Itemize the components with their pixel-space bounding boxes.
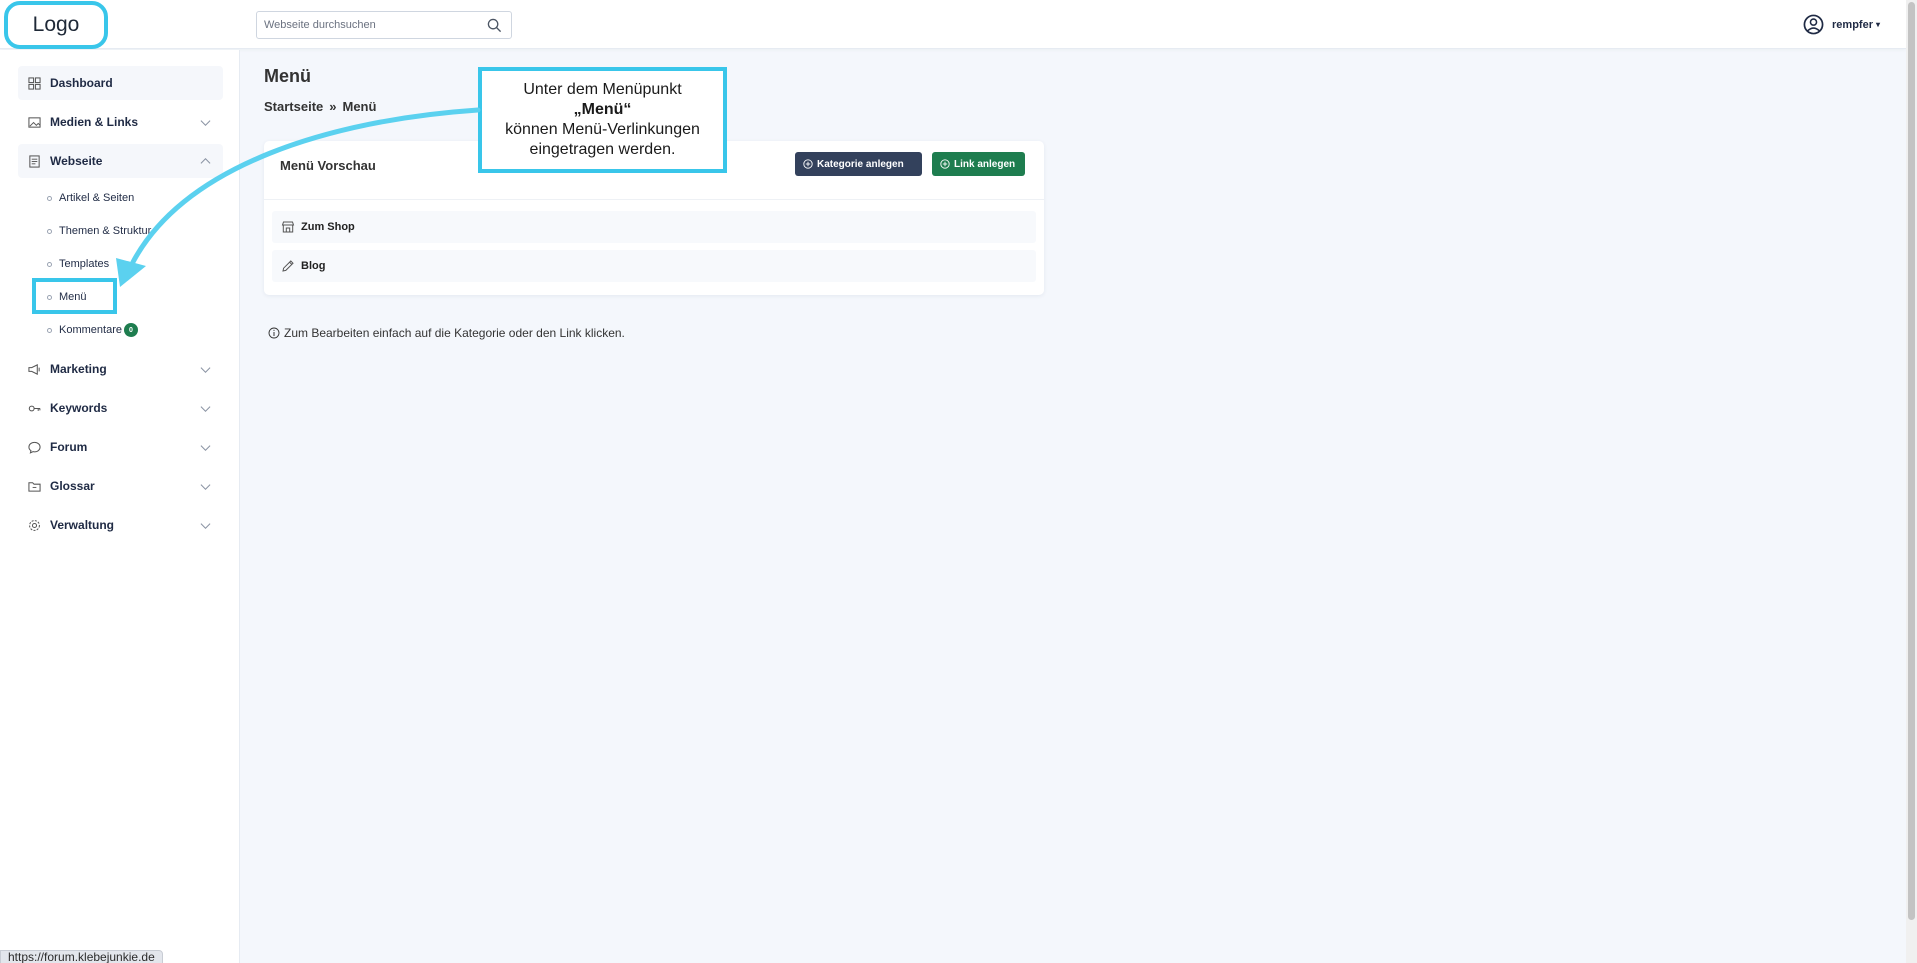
menu-row-label: Blog [301, 260, 326, 272]
bullet-icon [47, 195, 52, 201]
top-bar: Logo rempfer ▾ [0, 0, 1906, 49]
status-bar-url: https://forum.klebejunkie.de [0, 950, 163, 963]
sidebar-item-glossar[interactable]: Glossar [18, 469, 223, 503]
folder-icon [28, 480, 41, 493]
sidebar-subitem-label: Kommentare [59, 324, 122, 336]
search-input[interactable] [257, 12, 477, 38]
grid-icon [28, 76, 41, 90]
pencil-icon [281, 259, 295, 273]
add-link-label: Link anlegen [954, 158, 1016, 170]
sidebar: Dashboard Medien & Links Webseite Artike… [0, 50, 240, 963]
scrollbar-thumb[interactable] [1908, 2, 1915, 920]
bullet-icon [47, 228, 52, 234]
sidebar-item-label: Verwaltung [50, 518, 115, 532]
plus-circle-icon [940, 159, 950, 169]
sidebar-item-keywords[interactable]: Keywords [18, 391, 223, 425]
chevron-down-icon [200, 406, 211, 412]
sidebar-item-verwaltung[interactable]: Verwaltung [18, 508, 223, 542]
menu-row-blog[interactable]: Blog [272, 250, 1036, 282]
chevron-down-icon [200, 120, 211, 126]
user-menu[interactable]: rempfer ▾ [1803, 14, 1880, 35]
sidebar-item-label: Glossar [50, 479, 95, 493]
sidebar-item-label: Webseite [50, 154, 103, 168]
callout-line: eingetragen werden. [529, 141, 676, 158]
user-circle-icon [1803, 14, 1824, 35]
logo[interactable]: Logo [4, 1, 108, 49]
sidebar-subitem-artikel[interactable]: Artikel & Seiten [47, 188, 134, 208]
page-title: Menü [264, 66, 311, 86]
card-divider [264, 199, 1044, 200]
chat-icon [28, 441, 41, 454]
sidebar-item-label: Forum [50, 440, 88, 454]
search-icon[interactable] [487, 18, 502, 33]
chevron-down-icon [200, 367, 211, 373]
callout-line: können Menü-Verlinkungen [505, 121, 700, 138]
chevron-down-icon: ▾ [1875, 20, 1880, 29]
shop-icon [281, 220, 295, 234]
menu-row-label: Zum Shop [301, 221, 355, 233]
sidebar-item-dashboard[interactable]: Dashboard [18, 66, 223, 100]
sidebar-item-webseite[interactable]: Webseite [18, 144, 223, 178]
add-category-label: Kategorie anlegen [817, 158, 904, 170]
key-icon [28, 402, 41, 415]
sidebar-item-forum[interactable]: Forum [18, 430, 223, 464]
gear-icon [28, 519, 41, 532]
image-icon [28, 116, 41, 129]
bullet-icon [47, 261, 52, 267]
breadcrumb: Startseite » Menü [264, 99, 376, 114]
chevron-down-icon [200, 445, 211, 451]
megaphone-icon [28, 363, 41, 376]
comment-count-badge: 0 [123, 323, 138, 337]
callout-emphasis: „Menü“ [573, 101, 632, 118]
sidebar-item-label: Dashboard [50, 76, 113, 90]
callout-box: Unter dem Menüpunkt „Menü“ können Menü-V… [478, 67, 727, 173]
search-box[interactable] [256, 11, 512, 39]
sidebar-subitem-label: Artikel & Seiten [59, 192, 135, 204]
breadcrumb-current: Menü [342, 99, 377, 114]
sidebar-subitem-label: Templates [59, 258, 110, 270]
plus-circle-icon [803, 159, 813, 169]
info-icon [268, 327, 280, 339]
sidebar-subitem-themen[interactable]: Themen & Struktur [47, 221, 151, 241]
edit-hint-text: Zum Bearbeiten einfach auf die Kategorie… [284, 326, 625, 340]
edit-hint: Zum Bearbeiten einfach auf die Kategorie… [268, 326, 625, 340]
chevron-up-icon [200, 158, 211, 164]
card-title: Menü Vorschau [280, 158, 376, 173]
document-icon [28, 154, 41, 168]
sidebar-item-label: Marketing [50, 362, 107, 376]
breadcrumb-home[interactable]: Startseite [264, 99, 323, 114]
menu-highlight-box [32, 278, 117, 314]
sidebar-item-label: Medien & Links [50, 115, 139, 129]
page-scrollbar[interactable] [1906, 0, 1917, 963]
breadcrumb-separator: » [329, 99, 337, 114]
sidebar-item-label: Keywords [50, 401, 108, 415]
chevron-down-icon [200, 523, 211, 529]
menu-row-zum-shop[interactable]: Zum Shop [272, 211, 1036, 243]
sidebar-subitem-label: Themen & Struktur [59, 225, 152, 237]
user-name: rempfer [1832, 18, 1873, 31]
sidebar-item-marketing[interactable]: Marketing [18, 352, 223, 386]
sidebar-item-medien-links[interactable]: Medien & Links [18, 105, 223, 139]
sidebar-subitem-templates[interactable]: Templates [47, 254, 109, 274]
add-category-button[interactable]: Kategorie anlegen [795, 152, 922, 176]
bullet-icon [47, 327, 52, 333]
callout-line: Unter dem Menüpunkt [523, 81, 682, 98]
sidebar-subitem-kommentare[interactable]: Kommentare 0 [47, 320, 138, 340]
chevron-down-icon [200, 484, 211, 490]
add-link-button[interactable]: Link anlegen [932, 152, 1025, 176]
